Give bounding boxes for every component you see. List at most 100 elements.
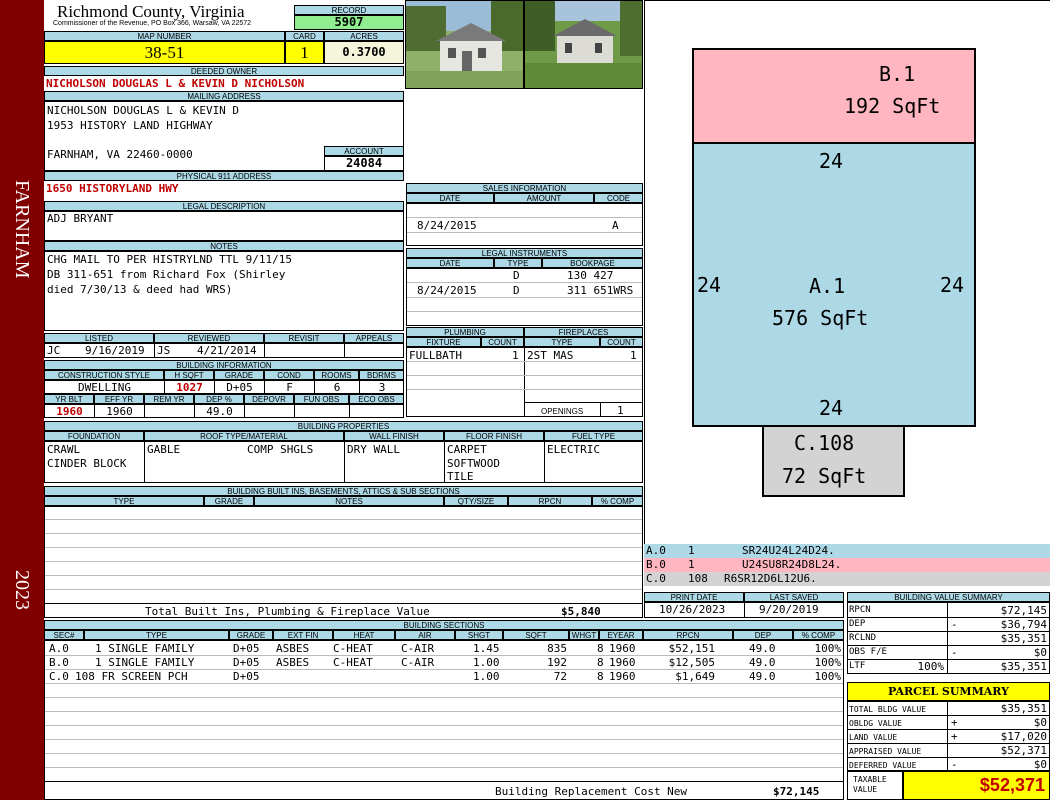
sidebar: FARNHAM 2023 (0, 0, 44, 800)
grade-label: GRADE (214, 370, 264, 380)
construction-style-label: CONSTRUCTION STYLE (44, 370, 164, 380)
sale-date: 8/24/2015 (417, 219, 477, 232)
print-date: 10/26/2023 (659, 603, 726, 616)
builtins-total: $5,840 (561, 605, 601, 618)
foundation: CRAWL (47, 443, 81, 456)
property-photo-side (524, 0, 643, 89)
foundation: CINDER BLOCK (47, 457, 127, 470)
record-value: 5907 (294, 15, 404, 30)
plumbing-count: 1 (512, 349, 519, 362)
sales-info-label: SALES INFORMATION (406, 183, 643, 193)
last-saved: 9/20/2019 (759, 603, 819, 616)
map-number: 38-51 (44, 41, 285, 64)
building-properties-label: BUILDING PROPERTIES (44, 421, 643, 431)
acres-label: ACRES (324, 31, 404, 41)
listed-by: JC (47, 344, 61, 357)
instrument-type-header: TYPE (494, 258, 542, 268)
rpcn-header: RPCN (643, 630, 733, 640)
section-ext-fin: ASBES (276, 642, 310, 655)
section-grade: D+05 (233, 656, 260, 669)
ps-obldg-value: $0 (1033, 716, 1047, 729)
condition: F (286, 381, 293, 394)
roof-header: ROOF TYPE/MATERIAL (144, 431, 344, 441)
section-comp: 100% (814, 656, 842, 669)
sketch-section-a[interactable]: 24 A.1 576 SqFt 24 (692, 142, 976, 427)
roof-material: COMP SHGLS (247, 443, 314, 456)
mailing-line: NICHOLSON DOUGLAS L & KEVIN D (47, 104, 240, 117)
eyear-header: EYEAR (599, 630, 643, 640)
instruments-table: D 130 427 8/24/2015 D 311 651WRS (406, 268, 643, 326)
wall-finish: DRY WALL (347, 443, 400, 456)
bdrms-label: BDRMS (359, 370, 404, 380)
reviewed-label: REVIEWED (154, 333, 264, 343)
ps-total-bldg-value: $35,351 (1000, 702, 1047, 715)
value-summary-label: BUILDING VALUE SUMMARY (847, 592, 1050, 602)
building-info-label: BUILDING INFORMATION (44, 360, 404, 370)
legend-desc: SR24U24L24D24. (742, 544, 835, 557)
comp-header: % COMP (793, 630, 844, 640)
deeded-owner: NICHOLSON DOUGLAS L & KEVIN D NICHOLSON (46, 77, 305, 90)
vs-obs-label: OBS F/E (849, 647, 887, 657)
sidebar-year: 2023 (11, 570, 33, 610)
rooms-label: ROOMS (314, 370, 359, 380)
print-date-row: 10/26/2023 9/20/2019 (644, 602, 844, 618)
building-properties-table: CRAWL CINDER BLOCK GABLE COMP SHGLS DRY … (44, 441, 643, 483)
floor-finish: CARPET (447, 443, 487, 456)
sketch-section-c[interactable]: C.108 72 SqFt (762, 425, 905, 497)
account-number: 24084 (324, 156, 404, 171)
notes-box: CHG MAIL TO PER HISTRYLND TTL 9/11/15 DB… (44, 251, 404, 331)
whgt-header: WHGT (569, 630, 599, 640)
section-air: C-AIR (401, 642, 435, 655)
year-built: 1960 (56, 405, 83, 418)
section-eyear: 1960 (609, 670, 636, 683)
fuel-type-header: FUEL TYPE (544, 431, 643, 441)
builtins-notes-header: NOTES (254, 496, 444, 506)
mailing-line: 1953 HISTORY LAND HIGHWAY (47, 119, 213, 132)
instrument-book-header: BOOKPAGE (542, 258, 643, 268)
instrument-date-header: DATE (406, 258, 494, 268)
section-shgt: 1.00 (473, 656, 500, 669)
section-comp: 100% (814, 642, 842, 655)
revisit-label: REVISIT (264, 333, 344, 343)
builtins-qty-header: QTY/SIZE (444, 496, 508, 506)
physical-address: 1650 HISTORYLAND HWY (46, 182, 179, 195)
builtins-rpcn-header: RPCN (508, 496, 592, 506)
sec-header: SEC# (44, 630, 84, 640)
listed-label: LISTED (44, 333, 154, 343)
parcel-summary-table: TOTAL BLDG VALUE $35,351 OBLDG VALUE + $… (847, 701, 1050, 771)
sketch-a-area: 576 SqFt (772, 306, 869, 330)
legend-sec: C.0 (646, 572, 666, 585)
section-air: C-AIR (401, 656, 435, 669)
acres-value: 0.3700 (324, 41, 404, 64)
sketch-section-b[interactable]: B.1 192 SqFt (692, 48, 976, 144)
notes-line: died 7/30/13 & deed had WRS) (47, 283, 233, 296)
instrument-type: D (513, 284, 520, 297)
section-sqft: 192 (547, 656, 567, 669)
shgt-header: SHGT (455, 630, 503, 640)
section-sec: C.0 (49, 670, 69, 683)
dep-header: DEP (733, 630, 793, 640)
legend-n: 1 (688, 544, 695, 557)
print-date-label: PRINT DATE (644, 592, 744, 602)
replacement-cost: $72,145 (773, 785, 820, 798)
section-comp: 100% (814, 670, 842, 683)
depreciation-pct: 49.0 (206, 405, 233, 418)
fun-obs-label: FUN OBS (294, 394, 349, 404)
sketch-c-code: C.108 (794, 431, 855, 455)
eco-obs-label: ECO OBS (349, 394, 404, 404)
vs-rpcn-value: $72,145 (1000, 604, 1047, 617)
ps-total-bldg-label: TOTAL BLDG VALUE (849, 705, 927, 714)
property-photo-front (405, 0, 524, 89)
section-rpcn: $52,151 (668, 642, 715, 655)
sketch-b-code: B.1 (879, 62, 916, 86)
vs-ltf-value: $35,351 (1000, 660, 1047, 673)
notes-line: CHG MAIL TO PER HISTRYLND TTL 9/11/15 (47, 253, 293, 266)
section-sec: B.0 (49, 656, 69, 669)
physical-address-label: PHYSICAL 911 ADDRESS (44, 171, 404, 181)
parcel-summary-label: PARCEL SUMMARY (847, 682, 1050, 701)
sales-date-header: DATE (406, 193, 494, 203)
heat-header: HEAT (333, 630, 395, 640)
section-shgt: 1.00 (473, 670, 500, 683)
air-header: AIR (395, 630, 455, 640)
section-ext-fin: ASBES (276, 656, 310, 669)
